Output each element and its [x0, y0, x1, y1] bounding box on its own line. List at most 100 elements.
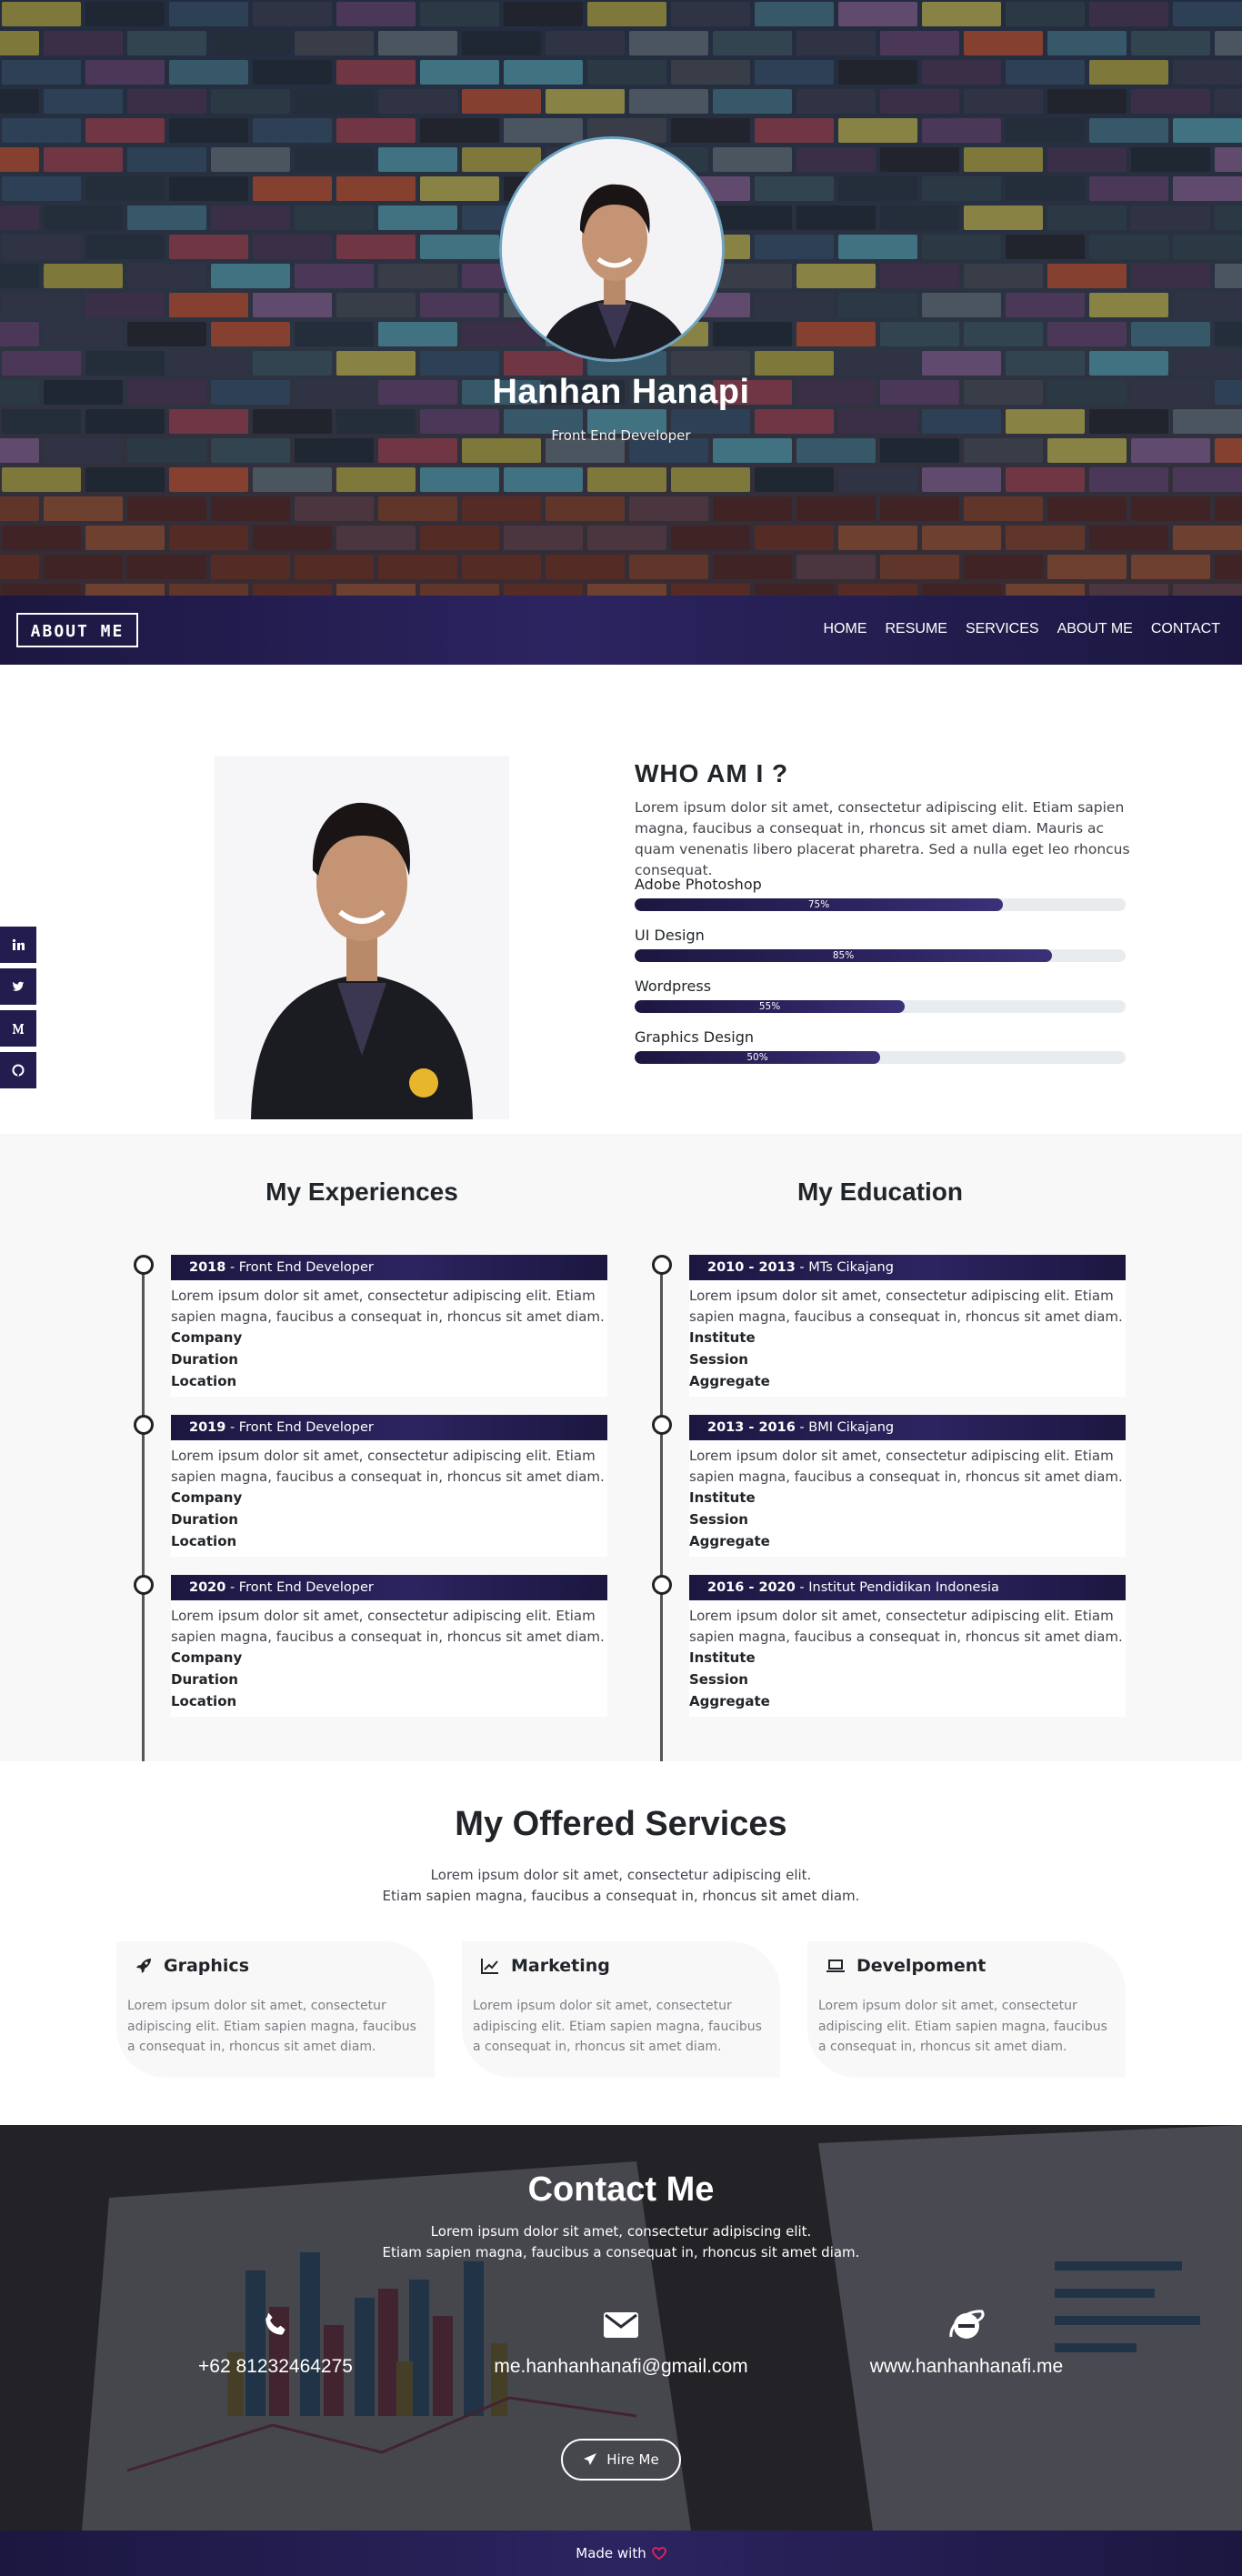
services-subtitle: Lorem ipsum dolor sit amet, consectetur … [430, 1867, 812, 1883]
skill-fill: 85% [635, 949, 1052, 962]
nav-home[interactable]: HOME [824, 621, 867, 637]
experiences-title: My Experiences [265, 1178, 458, 1206]
card-title: - MTs Cikajang [795, 1260, 894, 1275]
about-text: Lorem ipsum dolor sit amet, consectetur … [635, 799, 1130, 878]
contact-subtitle: Etiam sapien magna, faucibus a consequat… [382, 2244, 860, 2260]
experience-timeline-line [142, 1265, 145, 1761]
card-title: - BMI Cikajang [795, 1420, 895, 1435]
service-card: Marketing Lorem ipsum dolor sit amet, co… [462, 1941, 780, 2078]
github-icon [12, 1064, 25, 1077]
card-field: Location [171, 1373, 237, 1389]
nav-contact[interactable]: CONTACT [1151, 621, 1220, 637]
service-text: Lorem ipsum dolor sit amet, consectetur … [473, 1999, 762, 2054]
card-title: - Front End Developer [225, 1580, 374, 1595]
skill-item: Adobe Photoshop 75% [635, 876, 1126, 911]
hire-me-button[interactable]: Hire Me [561, 2439, 681, 2481]
card-header: 2020 - Front End Developer [171, 1575, 607, 1600]
contact-email[interactable]: me.hanhanhanafi@gmail.com [439, 2307, 803, 2378]
skill-fill: 50% [635, 1051, 880, 1064]
heart-icon [651, 2547, 666, 2560]
card-field: Institute [689, 1489, 756, 1506]
service-heading: Marketing [480, 1956, 610, 1976]
card-field: Aggregate [689, 1533, 770, 1549]
twitter-link[interactable] [0, 968, 36, 1005]
navbar: ABOUT ME HOME RESUME SERVICES ABOUT ME C… [0, 596, 1242, 665]
card-field: Session [689, 1511, 748, 1528]
card-header: 2010 - 2013 - MTs Cikajang [689, 1255, 1126, 1280]
card-header: 2018 - Front End Developer [171, 1255, 607, 1280]
card-header: 2016 - 2020 - Institut Pendidikan Indone… [689, 1575, 1126, 1600]
skill-name: Adobe Photoshop [635, 876, 762, 893]
service-card: Graphics Lorem ipsum dolor sit amet, con… [116, 1941, 435, 2078]
email-icon [604, 2312, 638, 2338]
card-text: Lorem ipsum dolor sit amet, consectetur … [689, 1288, 1123, 1325]
card-year: 2019 [189, 1420, 226, 1435]
education-card: 2010 - 2013 - MTs Cikajang Lorem ipsum d… [689, 1255, 1126, 1397]
card-field: Location [171, 1693, 237, 1709]
service-name: Marketing [511, 1956, 610, 1976]
github-link[interactable] [0, 1052, 36, 1088]
card-field: Aggregate [689, 1373, 770, 1389]
avatar [499, 136, 725, 362]
card-field: Duration [171, 1351, 238, 1368]
card-text: Lorem ipsum dolor sit amet, consectetur … [171, 1608, 605, 1645]
skill-fill: 75% [635, 898, 1003, 911]
service-heading: Graphics [135, 1956, 249, 1976]
email-address: me.hanhanhanafi@gmail.com [494, 2356, 748, 2377]
card-text: Lorem ipsum dolor sit amet, consectetur … [689, 1448, 1123, 1485]
line-chart-icon [481, 1959, 498, 1974]
card-field: Company [171, 1329, 243, 1346]
logo-text: ABOUT ME [31, 622, 125, 641]
timeline-dot [134, 1255, 154, 1275]
card-year: 2016 - 2020 [707, 1580, 796, 1595]
card-field: Company [171, 1489, 243, 1506]
card-title: - Institut Pendidikan Indonesia [795, 1580, 999, 1595]
hire-me-label: Hire Me [606, 2451, 659, 2468]
card-field: Location [171, 1533, 237, 1549]
card-field: Institute [689, 1329, 756, 1346]
medium-link[interactable] [0, 1010, 36, 1047]
card-text: Lorem ipsum dolor sit amet, consectetur … [171, 1288, 605, 1325]
education-timeline-line [660, 1265, 663, 1761]
service-text: Lorem ipsum dolor sit amet, consectetur … [127, 1999, 416, 2054]
logo[interactable]: ABOUT ME [16, 613, 138, 647]
timeline-dot [652, 1255, 672, 1275]
laptop-icon [826, 1960, 845, 1972]
service-card: Develpoment Lorem ipsum dolor sit amet, … [807, 1941, 1126, 2078]
card-header: 2013 - 2016 - BMI Cikajang [689, 1415, 1126, 1440]
skill-name: Graphics Design [635, 1028, 754, 1046]
nav-about[interactable]: ABOUT ME [1057, 621, 1133, 637]
contact-website[interactable]: www.hanhanhanafi.me [785, 2307, 1148, 2378]
card-field: Duration [171, 1511, 238, 1528]
nav-services[interactable]: SERVICES [966, 621, 1039, 637]
footer-text: Made with [576, 2545, 646, 2561]
medium-icon [13, 1024, 24, 1034]
footer: Made with [0, 2531, 1242, 2576]
paper-plane-icon [584, 2453, 597, 2465]
resume-section: My Experiences My Education 2018 - Front… [0, 1134, 1242, 1761]
phone-icon [265, 2312, 285, 2335]
card-field: Aggregate [689, 1693, 770, 1709]
contact-subtitle: Lorem ipsum dolor sit amet, consectetur … [430, 2223, 812, 2240]
service-name: Develpoment [856, 1956, 987, 1976]
social-bar [0, 927, 36, 1094]
contact-section: Contact Me Lorem ipsum dolor sit amet, c… [0, 2125, 1242, 2531]
education-card: 2016 - 2020 - Institut Pendidikan Indone… [689, 1575, 1126, 1717]
nav-resume[interactable]: RESUME [886, 621, 947, 637]
card-text: Lorem ipsum dolor sit amet, consectetur … [171, 1448, 605, 1485]
about-title: WHO AM I ? [635, 759, 789, 787]
twitter-icon [12, 981, 25, 991]
skill-fill: 55% [635, 1000, 905, 1013]
rocket-icon [136, 1959, 151, 1973]
timeline-dot [652, 1575, 672, 1595]
card-title: - Front End Developer [225, 1260, 374, 1275]
linkedin-link[interactable] [0, 927, 36, 963]
card-field: Institute [689, 1649, 756, 1666]
timeline-dot [134, 1415, 154, 1435]
website-url: www.hanhanhanafi.me [869, 2356, 1064, 2377]
card-year: 2010 - 2013 [707, 1260, 796, 1275]
internet-explorer-icon [949, 2310, 985, 2339]
contact-phone[interactable]: +62 81232464275 [94, 2307, 457, 2378]
skill-bar: 55% [635, 1000, 1126, 1013]
page: Hanhan Hanapi Front End Developer ABOUT … [0, 0, 1242, 2576]
